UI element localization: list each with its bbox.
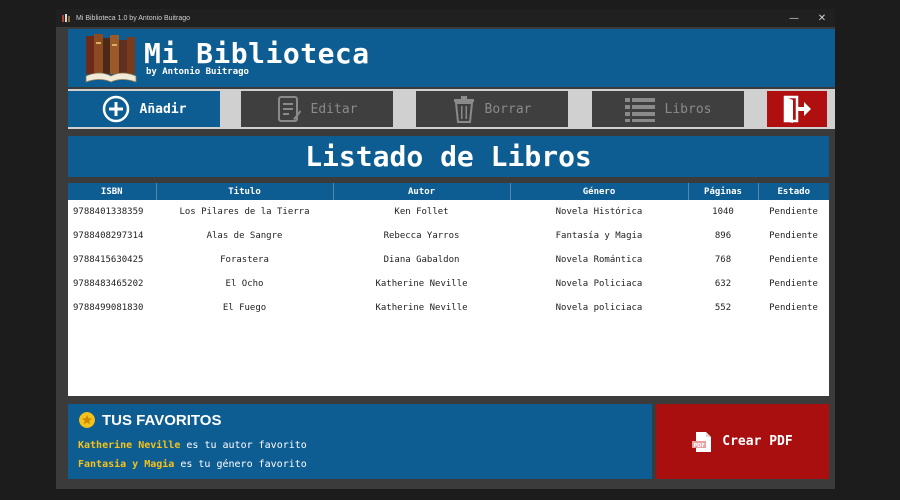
- cell-isbn: 9788483465202: [73, 279, 144, 289]
- cell-pages: 1040: [712, 207, 734, 217]
- column-header-status[interactable]: Estado: [758, 183, 829, 200]
- exit-door-icon: [783, 95, 811, 123]
- cell-title: Forastera: [220, 255, 269, 265]
- books-icon: [85, 34, 137, 83]
- cell-isbn: 9788415630425: [73, 255, 144, 265]
- cell-author: Ken Follet: [394, 207, 449, 217]
- favorites-title: TUS FAVORITOS: [102, 412, 222, 429]
- app-title: Mi Biblioteca: [144, 37, 370, 70]
- table-row[interactable]: 9788499081830 El Fuego Katherine Neville…: [68, 296, 829, 320]
- edit-document-icon: [277, 96, 301, 122]
- favorite-genre-suffix: es tu género favorito: [174, 459, 307, 470]
- cell-isbn: 9788499081830: [73, 303, 144, 313]
- favorite-genre-line: Fantasia y Magia es tu género favorito: [78, 459, 307, 470]
- table-row[interactable]: 9788415630425 Forastera Diana Gabaldon N…: [68, 248, 829, 272]
- cell-pages: 632: [714, 279, 732, 289]
- cell-genre: Novela Histórica: [555, 207, 643, 217]
- cell-author: Katherine Neville: [375, 279, 468, 289]
- favorite-genre: Fantasia y Magia: [78, 459, 175, 470]
- window-title: Mi Biblioteca 1.0 by Antonio Buitrago: [76, 14, 191, 22]
- trash-icon: [453, 96, 474, 123]
- app-header: Mi Biblioteca by Antonio Buitrago: [68, 29, 835, 87]
- create-pdf-button[interactable]: PDF Crear PDF: [656, 404, 829, 479]
- cell-genre: Novela Romántica: [555, 255, 643, 265]
- delete-button-label: Borrar: [484, 101, 532, 117]
- cell-pages: 768: [714, 255, 732, 265]
- table-row[interactable]: 9788483465202 El Ocho Katherine Neville …: [68, 272, 829, 296]
- column-header-pages[interactable]: Páginas: [688, 183, 759, 200]
- delete-button[interactable]: Borrar: [416, 91, 568, 127]
- cell-author: Katherine Neville: [375, 303, 468, 313]
- cell-title: El Fuego: [222, 303, 267, 313]
- books-button-label: Libros: [664, 101, 712, 117]
- pdf-icon: PDF: [692, 431, 712, 452]
- cell-title: El Ocho: [225, 279, 264, 289]
- cell-status: Pendiente: [769, 303, 818, 313]
- app-window: Mi Biblioteca 1.0 by Antonio Buitrago — …: [56, 9, 835, 489]
- cell-status: Pendiente: [769, 255, 818, 265]
- toolbar: Añadir Editar Borrar Libros: [68, 89, 835, 129]
- plus-circle-icon: [102, 95, 129, 123]
- favorite-author-suffix: es tu autor favorito: [180, 440, 307, 451]
- app-icon: [62, 14, 70, 22]
- cell-pages: 896: [714, 231, 732, 241]
- table-row[interactable]: 9788408297314 Alas de Sangre Rebecca Yar…: [68, 224, 829, 248]
- books-button[interactable]: Libros: [592, 91, 744, 127]
- minimize-button[interactable]: —: [782, 9, 806, 27]
- list-icon: [624, 98, 655, 122]
- edit-button-label: Editar: [310, 101, 358, 117]
- cell-isbn: 9788401338359: [73, 207, 144, 217]
- close-button[interactable]: ✕: [810, 9, 834, 27]
- cell-status: Pendiente: [769, 231, 818, 241]
- cell-title: Alas de Sangre: [206, 231, 283, 241]
- favorite-author: Katherine Neville: [78, 440, 181, 451]
- cell-pages: 552: [714, 303, 732, 313]
- cell-status: Pendiente: [769, 207, 818, 217]
- svg-text:PDF: PDF: [694, 442, 705, 448]
- cell-genre: Novela Policiaca: [555, 279, 643, 289]
- column-header-isbn[interactable]: ISBN: [68, 183, 157, 200]
- cell-author: Diana Gabaldon: [383, 255, 460, 265]
- exit-button[interactable]: [767, 91, 827, 127]
- app-subtitle: by Antonio Buitrago: [146, 67, 249, 77]
- add-button[interactable]: Añadir: [68, 91, 220, 127]
- column-header-author[interactable]: Autor: [333, 183, 511, 200]
- cell-status: Pendiente: [769, 279, 818, 289]
- table-row[interactable]: 9788401338359 Los Pilares de la Tierra K…: [68, 200, 829, 224]
- cell-genre: Fantasía y Magia: [555, 231, 643, 241]
- edit-button[interactable]: Editar: [241, 91, 393, 127]
- cell-author: Rebecca Yarros: [383, 231, 460, 241]
- star-icon: [79, 412, 95, 428]
- favorite-author-line: Katherine Neville es tu autor favorito: [78, 440, 307, 451]
- title-bar: Mi Biblioteca 1.0 by Antonio Buitrago — …: [56, 9, 835, 27]
- add-button-label: Añadir: [139, 101, 187, 117]
- main-content: Mi Biblioteca by Antonio Buitrago Añadir…: [56, 27, 835, 489]
- column-header-genre[interactable]: Género: [510, 183, 689, 200]
- page-title: Listado de Libros: [68, 136, 829, 177]
- cell-isbn: 9788408297314: [73, 231, 144, 241]
- favorites-panel: TUS FAVORITOS Katherine Neville es tu au…: [68, 404, 652, 479]
- create-pdf-label: Crear PDF: [722, 434, 793, 449]
- cell-title: Los Pilares de la Tierra: [179, 207, 310, 217]
- cell-genre: Novela policiaca: [555, 303, 643, 313]
- column-header-title[interactable]: Titulo: [156, 183, 334, 200]
- books-table: ISBN Titulo Autor Género Páginas Estado …: [68, 183, 829, 396]
